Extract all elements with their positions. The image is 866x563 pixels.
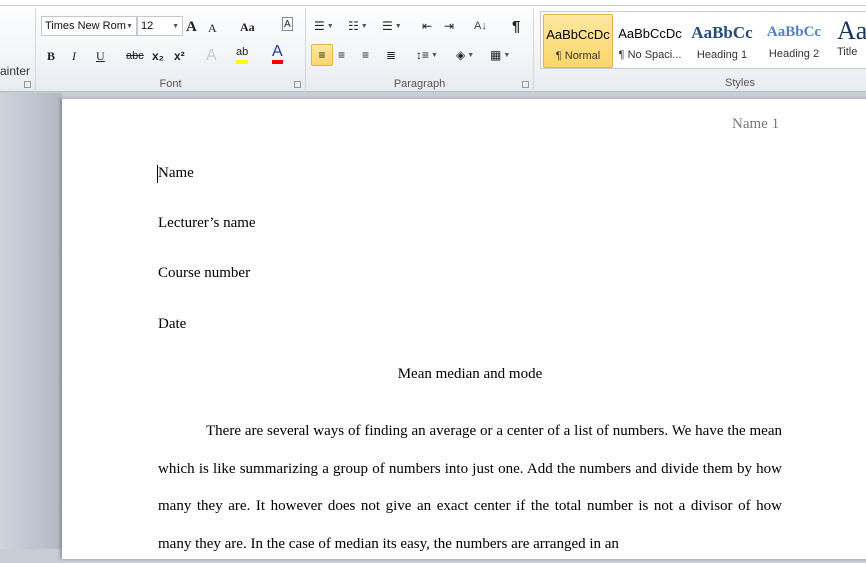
- italic-button[interactable]: I: [72, 46, 76, 66]
- borders-button[interactable]: ▦ ▼: [490, 45, 510, 65]
- style-preview: AaBbCc: [691, 23, 753, 42]
- increase-indent-button[interactable]: ⇥: [444, 16, 454, 36]
- strikethrough-button[interactable]: abc: [126, 46, 144, 66]
- text-effects-button[interactable]: A: [206, 46, 217, 66]
- shrink-font-button[interactable]: A: [208, 18, 217, 38]
- font-size-value: 12: [141, 20, 154, 32]
- paragraph-group: ☰ ▼ ☷ ▼ ☰ ▼ ⇤ ⇥ A↓ ¶ ≡ ≡ ≡ ≣ ↕≡ ▼ ◈ ▼ ▦ ▼ Para…: [306, 8, 534, 92]
- align-center-button[interactable]: ≡: [338, 45, 345, 65]
- style-heading-2[interactable]: AaBbCc Heading 2: [759, 14, 829, 68]
- paragraph-group-label: Paragraph: [393, 78, 446, 90]
- style-no-spacing[interactable]: AaBbCcDc ¶ No Spaci...: [615, 14, 685, 68]
- highlight-button[interactable]: ab: [236, 44, 249, 64]
- sort-button[interactable]: A↓: [474, 16, 487, 36]
- doc-line-name: Name: [158, 165, 194, 181]
- format-painter-button[interactable]: ainter: [0, 64, 30, 78]
- chevron-down-icon: ▼: [126, 22, 133, 30]
- superscript-button[interactable]: x²: [174, 46, 185, 66]
- page-header: Name 1: [732, 116, 780, 132]
- decrease-indent-button[interactable]: ⇤: [422, 16, 432, 36]
- font-name-combo[interactable]: Times New Rom ▼: [41, 16, 137, 36]
- font-name-value: Times New Rom: [45, 20, 126, 32]
- style-title[interactable]: Aa Title: [831, 14, 866, 68]
- font-launcher[interactable]: [294, 81, 301, 88]
- style-preview: AaBbCcDc: [618, 26, 682, 41]
- style-name: Heading 2: [768, 48, 820, 60]
- doc-title: Mean median and mode: [397, 366, 543, 382]
- style-name: ¶ No Spaci...: [618, 49, 682, 61]
- styles-group-label: Styles: [725, 77, 755, 89]
- style-name: Title: [837, 46, 858, 58]
- paragraph-launcher[interactable]: [522, 81, 529, 88]
- clear-formatting-icon[interactable]: A: [282, 17, 293, 31]
- justify-button[interactable]: ≣: [386, 45, 396, 65]
- grow-font-button[interactable]: A: [186, 17, 197, 37]
- style-heading-1[interactable]: AaBbCc Heading 1: [687, 14, 757, 68]
- bold-button[interactable]: B: [47, 46, 55, 66]
- style-preview: AaBbCc: [766, 24, 822, 40]
- font-color-button[interactable]: A: [272, 43, 283, 64]
- bullets-button[interactable]: ☰ ▼: [314, 16, 334, 36]
- left-margin-area: [0, 93, 62, 549]
- doc-paragraph: There are several ways of finding an ave…: [158, 423, 782, 552]
- line-spacing-button[interactable]: ↕≡ ▼: [416, 45, 438, 65]
- style-preview: AaBbCcDc: [546, 27, 610, 42]
- numbering-button[interactable]: ☷ ▼: [348, 16, 368, 36]
- style-normal[interactable]: AaBbCcDc ¶ Normal: [543, 14, 613, 68]
- doc-line-course: Course number: [158, 265, 251, 281]
- change-case-button[interactable]: Aa: [240, 17, 255, 37]
- ribbon: ainter Times New Rom ▼ 12 ▼ A A Aa A B I U…: [0, 0, 866, 92]
- style-preview: Aa: [837, 16, 866, 45]
- align-right-button[interactable]: ≡: [362, 45, 369, 65]
- document-page[interactable]: Name 1 Name Lecturer’s name Course numbe…: [62, 99, 866, 559]
- show-formatting-button[interactable]: ¶: [512, 16, 520, 36]
- subscript-button[interactable]: x₂: [152, 46, 164, 66]
- doc-line-lecturer: Lecturer’s name: [158, 215, 256, 231]
- style-name: Heading 1: [696, 49, 748, 61]
- ribbon-tabs-strip: [0, 0, 866, 6]
- clipboard-launcher[interactable]: [24, 81, 31, 88]
- underline-button[interactable]: U: [96, 46, 105, 66]
- shading-button[interactable]: ◈ ▼: [456, 45, 474, 65]
- font-size-combo[interactable]: 12 ▼: [137, 16, 183, 36]
- chevron-down-icon: ▼: [172, 22, 179, 30]
- font-group-label: Font: [159, 78, 182, 90]
- doc-line-date: Date: [158, 316, 187, 332]
- style-name: ¶ Normal: [555, 50, 601, 62]
- multilevel-list-button[interactable]: ☰ ▼: [382, 16, 402, 36]
- styles-gallery: AaBbCcDc ¶ Normal AaBbCcDc ¶ No Spaci... A…: [540, 11, 866, 69]
- clipboard-group: ainter: [0, 8, 36, 92]
- align-left-button[interactable]: ≡: [311, 44, 333, 66]
- font-group: Times New Rom ▼ 12 ▼ A A Aa A B I U abc x₂…: [36, 8, 306, 92]
